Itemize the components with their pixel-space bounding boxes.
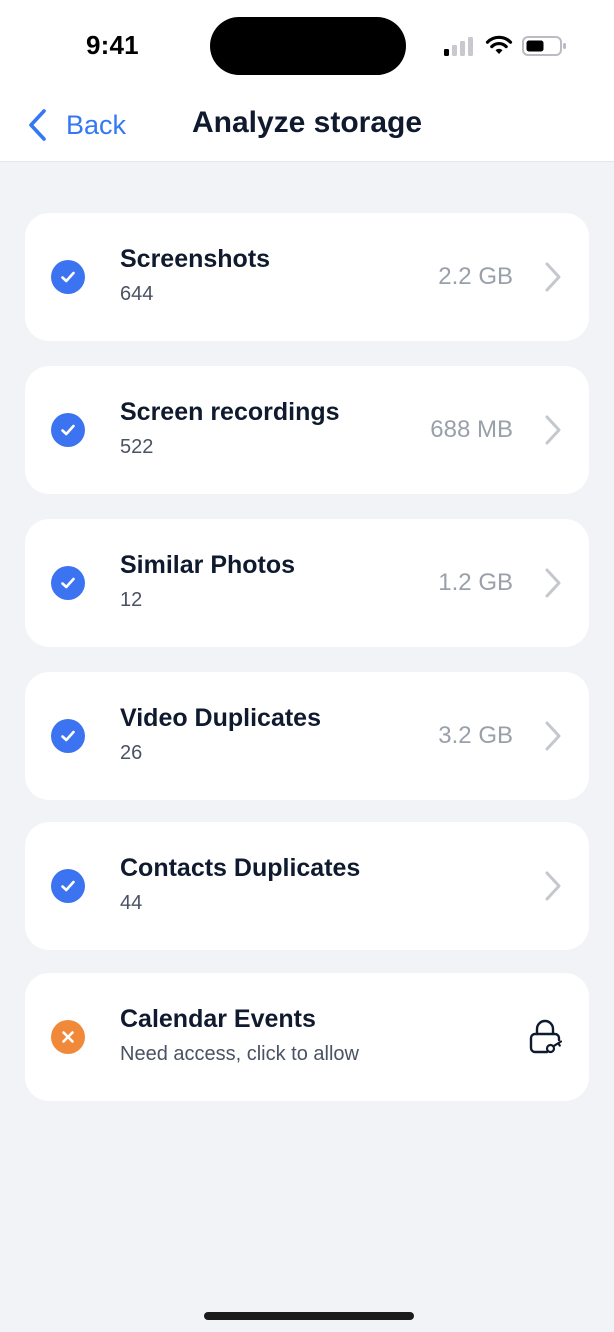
item-title: Calendar Events [120, 1005, 316, 1033]
check-circle-icon [51, 566, 85, 600]
item-title: Screenshots [120, 245, 271, 273]
item-count: 522 [120, 436, 154, 458]
item-title: Contacts Duplicates [120, 854, 361, 882]
item-access-message: Need access, click to allow [120, 1043, 359, 1065]
item-size: 3.2 GB [438, 722, 513, 749]
item-size: 688 MB [430, 416, 513, 443]
dynamic-island [210, 17, 406, 75]
chevron-right-icon [545, 568, 561, 598]
check-circle-icon [51, 260, 85, 294]
item-count: 26 [120, 742, 143, 764]
header: 9:41 Back Analyze storage [0, 0, 614, 162]
item-title: Video Duplicates [120, 704, 321, 732]
analyze-storage-screen: 9:41 Back Analyze storage Screenshots 64… [0, 0, 614, 1332]
item-title: Similar Photos [120, 551, 296, 579]
storage-item-screenshots[interactable]: Screenshots 644 2.2 GB [25, 213, 589, 341]
item-count: 12 [120, 589, 143, 611]
item-count: 44 [120, 892, 143, 914]
chevron-right-icon [545, 871, 561, 901]
storage-item-screen-recordings[interactable]: Screen recordings 522 688 MB [25, 366, 589, 494]
check-circle-icon [51, 413, 85, 447]
item-size: 1.2 GB [438, 569, 513, 596]
lock-key-icon[interactable] [525, 1017, 565, 1057]
battery-icon [522, 36, 566, 56]
wifi-icon [485, 35, 513, 54]
item-count: 644 [120, 283, 154, 305]
chevron-right-icon [545, 415, 561, 445]
status-time: 9:41 [86, 30, 139, 60]
item-size: 2.2 GB [438, 263, 513, 290]
storage-item-similar-photos[interactable]: Similar Photos 12 1.2 GB [25, 519, 589, 647]
page-title: Analyze storage [191, 106, 423, 139]
storage-item-contacts-duplicates[interactable]: Contacts Duplicates 44 [25, 822, 589, 950]
home-indicator[interactable] [204, 1312, 414, 1320]
storage-item-calendar-events[interactable]: Calendar Events Need access, click to al… [25, 973, 589, 1101]
error-circle-icon [51, 1020, 85, 1054]
check-circle-icon [51, 869, 85, 903]
storage-item-video-duplicates[interactable]: Video Duplicates 26 3.2 GB [25, 672, 589, 800]
check-circle-icon [51, 719, 85, 753]
chevron-right-icon [545, 721, 561, 751]
cellular-signal-icon [444, 37, 473, 56]
item-title: Screen recordings [120, 398, 340, 426]
chevron-right-icon [545, 262, 561, 292]
